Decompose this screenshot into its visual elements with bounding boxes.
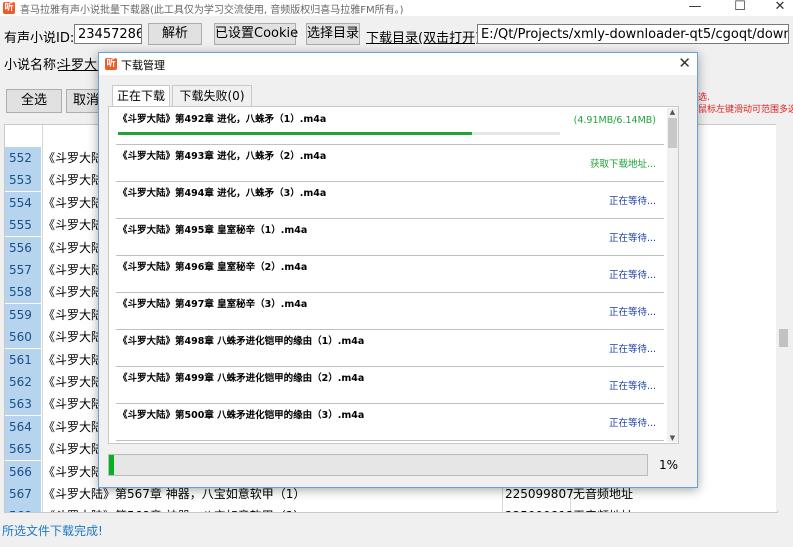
row-number: 554 xyxy=(5,191,41,214)
row-number: 568 xyxy=(5,505,41,512)
download-item-name: 《斗罗大陆》第497章 皇室秘辛（3）.m4a xyxy=(118,299,308,310)
row-number: 555 xyxy=(5,214,41,237)
row-number: 562 xyxy=(5,371,41,393)
download-item-progress xyxy=(118,132,560,135)
novel-id-input[interactable]: 23457286 xyxy=(74,24,142,44)
download-item-status: 正在等待... xyxy=(608,270,656,281)
dialog-close-button[interactable]: ✕ xyxy=(678,54,691,72)
download-item: 《斗罗大陆》第499章 八蛛矛进化铠甲的缘由（2）.m4a 正在等待... xyxy=(116,366,664,404)
row-number: 563 xyxy=(5,393,41,416)
download-list-scroll-thumb[interactable] xyxy=(668,118,677,148)
dialog-title: 下载管理 xyxy=(121,59,165,72)
download-item-name: 《斗罗大陆》第492章 进化，八蛛矛（1）.m4a xyxy=(118,114,327,125)
download-item-name: 《斗罗大陆》第493章 进化，八蛛矛（2）.m4a xyxy=(118,151,327,162)
download-item-status: 正在等待... xyxy=(608,196,656,207)
row-title: 《斗罗大陆 xyxy=(43,218,104,233)
download-item-name: 《斗罗大陆》第496章 皇室秘辛（2）.m4a xyxy=(118,262,308,273)
download-item-progress-fill xyxy=(118,132,472,135)
row-track-id: 225099812 xyxy=(505,505,574,512)
row-status: 无音频地址 xyxy=(573,505,633,512)
parse-button[interactable]: 解析 xyxy=(148,23,202,45)
table-scrollbar[interactable] xyxy=(776,124,791,511)
download-item-name: 《斗罗大陆》第495章 皇室秘辛（1）.m4a xyxy=(118,225,308,236)
tab-downloading[interactable]: 正在下载 xyxy=(112,85,170,106)
row-number: 558 xyxy=(5,281,41,304)
row-number: 565 xyxy=(5,438,41,461)
table-row[interactable]: 568《斗罗大陆》第568章 神器，八宝如意软甲（2） 225099812无音频地… xyxy=(5,505,777,512)
total-progress-bar xyxy=(108,454,648,476)
download-item-name: 《斗罗大陆》第500章 八蛛矛进化铠甲的缘由（3）.m4a xyxy=(118,410,365,421)
window-title: 喜马拉雅有声小说批量下载器(此工具仅为学习交流使用, 音频版权归喜马拉雅FM所有… xyxy=(20,5,404,16)
download-item-status: 正在等待... xyxy=(608,418,656,429)
row-number: 552 xyxy=(5,147,41,169)
dialog-icon: 听 xyxy=(105,58,117,70)
download-manager-dialog: 听 下载管理 ✕ 正在下载 下载失败(0) 《斗罗大陆》第492章 进化，八蛛矛… xyxy=(98,52,698,488)
row-title: 《斗罗大陆 xyxy=(43,285,104,300)
row-title: 《斗罗大陆 xyxy=(43,330,104,345)
row-title: 《斗罗大陆 xyxy=(43,352,104,367)
row-title: 《斗罗大陆 xyxy=(43,151,104,165)
row-title: 《斗罗大陆 xyxy=(43,240,104,255)
download-item-name: 《斗罗大陆》第494章 进化，八蛛矛（3）.m4a xyxy=(118,188,327,199)
row-title: 《斗罗大陆 xyxy=(43,375,104,389)
row-number: 559 xyxy=(5,303,41,326)
row-number: 556 xyxy=(5,236,41,259)
row-number: 561 xyxy=(5,348,41,371)
row-title: 《斗罗大陆 xyxy=(43,442,104,457)
download-dir-link[interactable]: 下载目录(双击打开): xyxy=(366,27,485,46)
download-item-status: 正在等待... xyxy=(608,233,656,244)
row-number: 560 xyxy=(5,326,41,349)
download-item-status: 获取下载地址... xyxy=(589,159,656,170)
row-number: 553 xyxy=(5,169,41,192)
row-number: 557 xyxy=(5,259,41,281)
close-button[interactable]: ✕ xyxy=(765,0,793,16)
download-list-scrollbar[interactable]: ▲ ▼ xyxy=(667,108,678,442)
dialog-titlebar: 听 下载管理 ✕ xyxy=(99,53,697,75)
select-all-button[interactable]: 全选 xyxy=(6,89,62,113)
download-item-status: (4.91MB/6.14MB) xyxy=(573,115,656,126)
download-list[interactable]: 《斗罗大陆》第492章 进化，八蛛矛（1）.m4a (4.91MB/6.14MB)… xyxy=(108,106,679,444)
download-item: 《斗罗大陆》第495章 皇室秘辛（1）.m4a 正在等待... xyxy=(116,218,664,256)
table-scroll-thumb[interactable] xyxy=(779,329,788,347)
row-title: 《斗罗大陆 xyxy=(43,263,104,277)
total-progress-percent: 1% xyxy=(659,458,679,472)
download-item: 《斗罗大陆》第494章 进化，八蛛矛（3）.m4a 正在等待... xyxy=(116,181,664,219)
choose-dir-button[interactable]: 选择目录 xyxy=(306,23,360,45)
download-item: 《斗罗大陆》第496章 皇室秘辛（2）.m4a 正在等待... xyxy=(116,255,664,293)
row-number: 564 xyxy=(5,415,41,438)
row-number: 567 xyxy=(5,483,41,505)
minimize-button[interactable]: — xyxy=(680,0,710,16)
row-title: 《斗罗大陆 xyxy=(43,195,104,210)
window-titlebar: 听 喜马拉雅有声小说批量下载器(此工具仅为学习交流使用, 音频版权归喜马拉雅FM… xyxy=(0,0,793,16)
novel-name-label: 小说名称: xyxy=(4,58,61,73)
download-item: 《斗罗大陆》第500章 八蛛矛进化铠甲的缘由（3）.m4a 正在等待... xyxy=(116,403,664,441)
app-icon: 听 xyxy=(3,2,15,14)
download-dir-input[interactable]: E:/Qt/Projects/xmly-downloader-qt5/cgoqt… xyxy=(477,24,789,44)
download-item: 《斗罗大陆》第498章 八蛛矛进化铠甲的缘由（1）.m4a 正在等待... xyxy=(116,329,664,367)
row-title: 《斗罗大陆 xyxy=(43,173,104,188)
row-title: 《斗罗大陆 xyxy=(43,397,104,412)
total-progress-fill xyxy=(109,455,115,475)
maximize-button[interactable]: ☐ xyxy=(725,0,755,16)
status-bar-text: 所选文件下载完成! xyxy=(2,524,103,538)
download-item-name: 《斗罗大陆》第499章 八蛛矛进化铠甲的缘由（2）.m4a xyxy=(118,373,365,384)
row-title: 《斗罗大陆 xyxy=(43,419,104,434)
row-title: 《斗罗大陆》第568章 神器，八宝如意软甲（2） xyxy=(43,505,305,512)
cookie-button[interactable]: 已设置Cookie xyxy=(214,23,298,45)
tab-failed[interactable]: 下载失败(0) xyxy=(172,85,252,106)
row-title: 《斗罗大陆 xyxy=(43,464,104,479)
hint-text-2: 鼠标左键滑动可范围多选. xyxy=(698,105,793,115)
download-item-name: 《斗罗大陆》第498章 八蛛矛进化铠甲的缘由（1）.m4a xyxy=(118,336,365,347)
download-item-status: 正在等待... xyxy=(608,381,656,392)
download-item: 《斗罗大陆》第493章 进化，八蛛矛（2）.m4a 获取下载地址... xyxy=(116,144,664,182)
download-item: 《斗罗大陆》第492章 进化，八蛛矛（1）.m4a (4.91MB/6.14MB) xyxy=(116,107,664,145)
scroll-up-icon[interactable]: ▲ xyxy=(668,108,677,116)
download-item: 《斗罗大陆》第497章 皇室秘辛（3）.m4a 正在等待... xyxy=(116,292,664,330)
scroll-down-icon[interactable]: ▼ xyxy=(668,434,677,442)
novel-id-label: 有声小说ID: xyxy=(4,31,75,46)
download-item-status: 正在等待... xyxy=(608,344,656,355)
download-item-status: 正在等待... xyxy=(608,307,656,318)
row-title: 《斗罗大陆 xyxy=(43,307,104,322)
row-number: 566 xyxy=(5,460,41,483)
